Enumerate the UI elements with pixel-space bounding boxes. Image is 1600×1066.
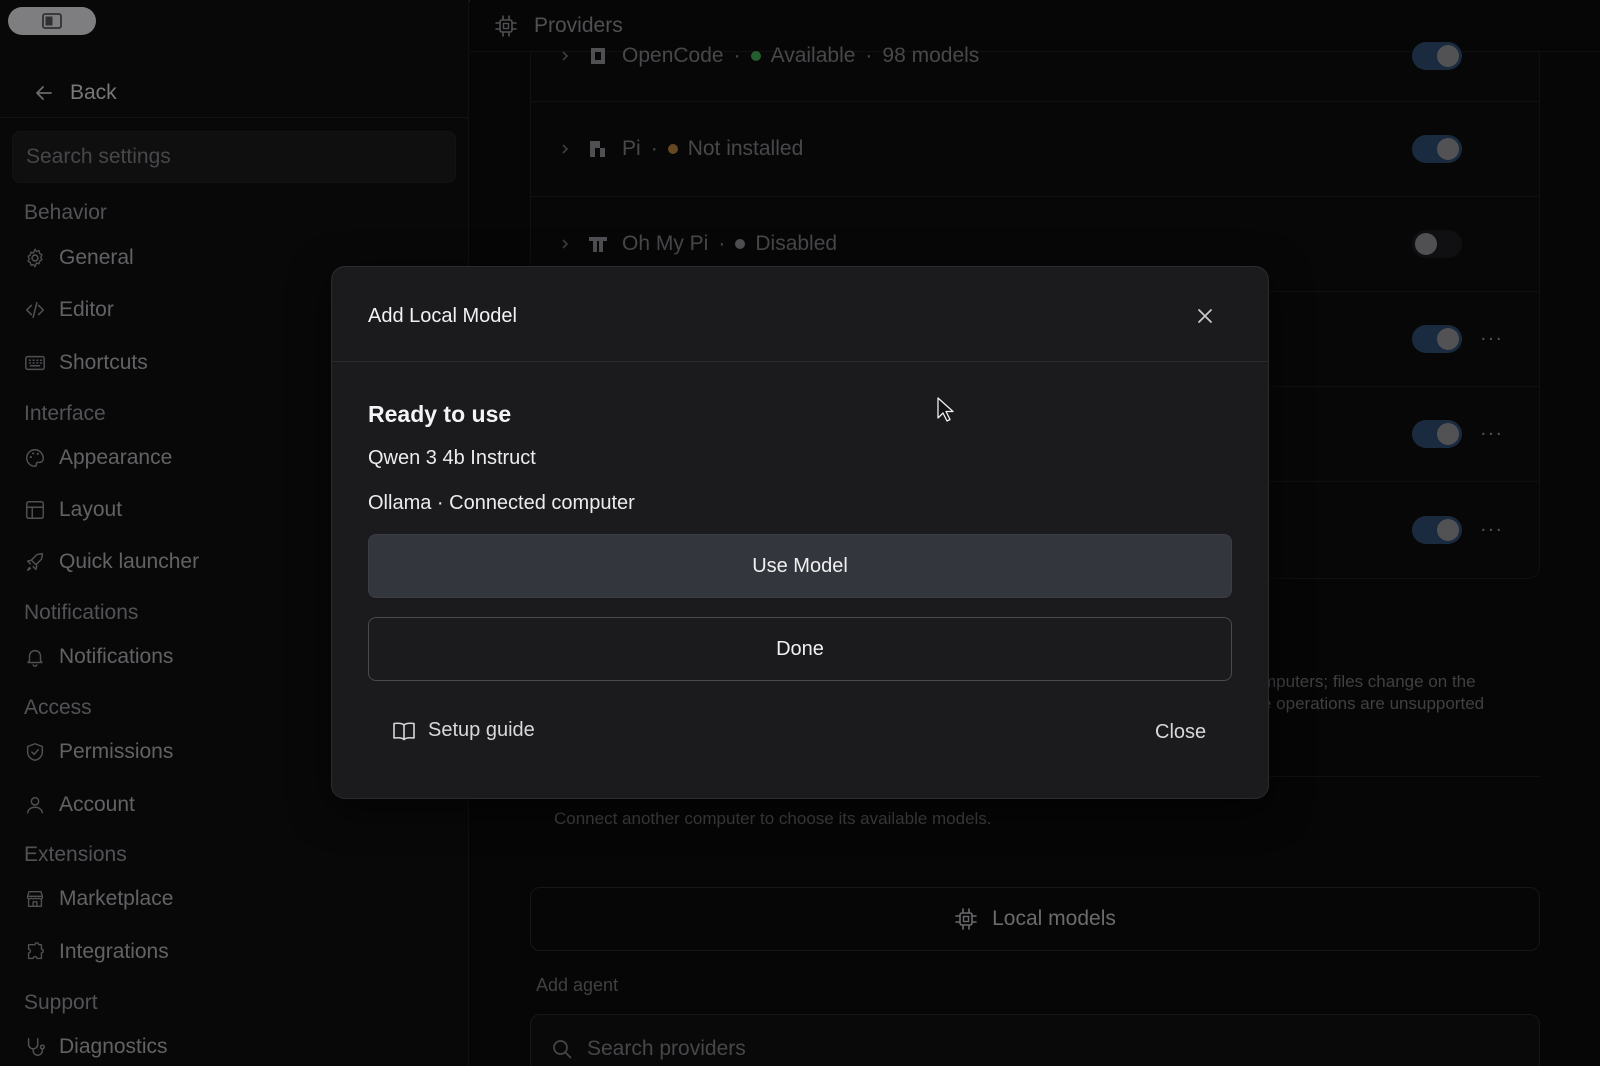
ready-heading: Ready to use xyxy=(368,401,512,427)
dialog-divider xyxy=(332,361,1268,362)
mouse-cursor-icon xyxy=(937,397,954,422)
done-label: Done xyxy=(776,637,824,660)
model-name: Qwen 3 4b Instruct xyxy=(368,447,536,469)
done-button[interactable]: Done xyxy=(368,617,1232,681)
add-local-model-dialog: Add Local Model Ready to use Qwen 3 4b I… xyxy=(331,266,1269,799)
dialog-title: Add Local Model xyxy=(368,305,517,327)
use-model-label: Use Model xyxy=(752,554,848,577)
book-icon xyxy=(393,721,415,740)
model-source: Ollama · Connected computer xyxy=(368,492,635,514)
close-button[interactable]: Close xyxy=(1155,721,1206,744)
setup-guide-link[interactable]: Setup guide xyxy=(392,719,535,742)
close-icon[interactable] xyxy=(1194,305,1216,327)
use-model-button[interactable]: Use Model xyxy=(368,534,1232,598)
setup-guide-label: Setup guide xyxy=(428,719,535,741)
